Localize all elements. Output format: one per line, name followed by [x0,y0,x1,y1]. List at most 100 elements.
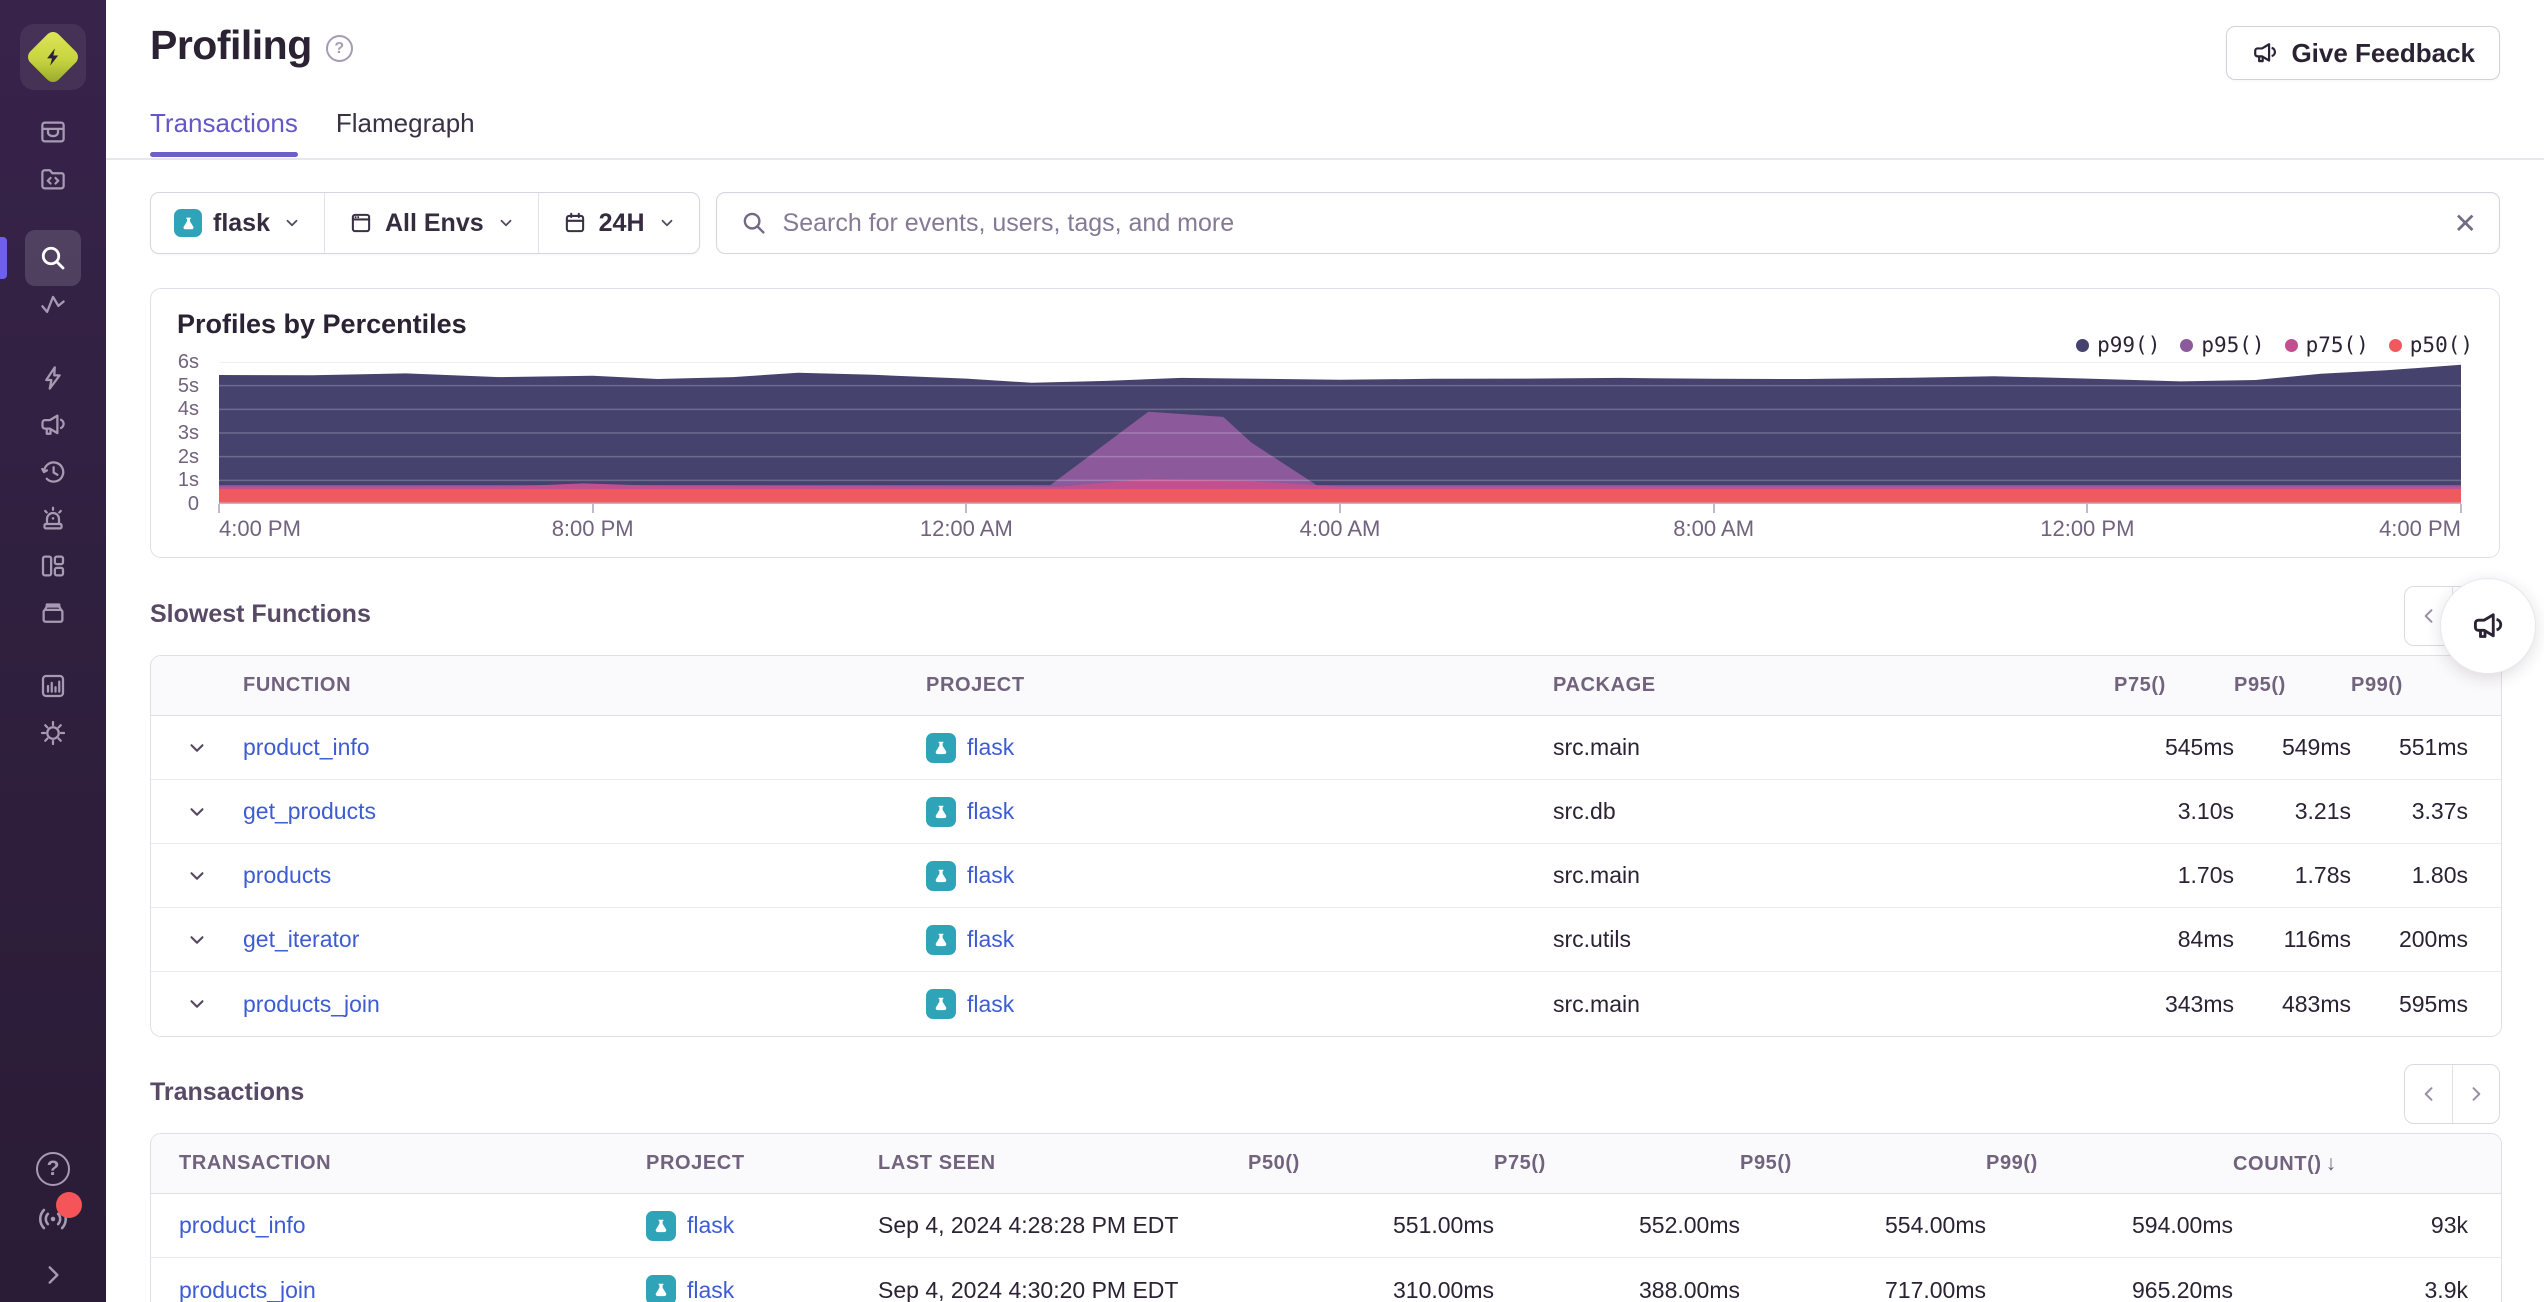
y-axis-labels: 6s 5s 4s 3s 2s 1s 0 [151,351,209,515]
column-header-p50[interactable]: P50() [1248,1134,1494,1194]
sidebar-item-performance[interactable] [25,356,81,400]
expand-row-button[interactable] [151,865,243,887]
sidebar-item-projects[interactable] [25,157,81,201]
code-folder-icon [41,169,65,190]
project-link[interactable]: flask [967,734,1014,761]
table-row: get_iterator flask src.utils 84ms 116ms 200ms [151,908,2501,972]
expand-row-button[interactable] [151,993,243,1015]
legend-label: p50() [2409,333,2473,357]
column-header-p95[interactable]: P95() [1740,1134,1986,1194]
transaction-link[interactable]: products_join [179,1277,316,1302]
sidebar-item-dashboards[interactable] [25,544,81,588]
last-seen-cell: Sep 4, 2024 4:28:28 PM EDT [878,1194,1248,1258]
next-page-button[interactable] [2452,1065,2499,1123]
project-link[interactable]: flask [687,1212,734,1239]
sidebar-item-settings[interactable] [25,711,81,755]
project-link[interactable]: flask [967,798,1014,825]
project-link[interactable]: flask [967,926,1014,953]
p95-cell: 3.21s [2234,780,2351,844]
p99-cell: 594.00ms [1986,1194,2233,1258]
expand-row-button[interactable] [151,929,243,951]
date-range-filter-label: 24H [598,208,645,237]
legend-label: p95() [2201,333,2265,357]
page-help-icon[interactable]: ? [325,35,353,62]
p75-cell: 545ms [2114,716,2234,780]
sidebar-item-issues[interactable] [25,110,81,154]
column-header-transaction[interactable]: TRANSACTION [151,1134,646,1194]
column-header-last-seen[interactable]: LAST SEEN [878,1134,1248,1194]
count-cell: 3.9k [2424,1276,2468,1302]
chart-legend: p99() p95() p75() p50() [2076,333,2473,357]
project-filter-label: flask [213,208,270,237]
legend-item-p50[interactable]: p50() [2388,333,2473,357]
help-icon[interactable]: ? [36,1152,70,1186]
x-axis-tick-label: 12:00 AM [919,516,1013,541]
table-header-row: TRANSACTION PROJECT LAST SEEN P50() P75(… [151,1134,2501,1194]
sidebar-item-alerts[interactable] [25,497,81,541]
column-header-project[interactable]: PROJECT [646,1134,878,1194]
transactions-pagination [2404,1064,2500,1124]
legend-item-p75[interactable]: p75() [2284,333,2369,357]
function-link[interactable]: product_info [243,734,370,760]
gear-icon [40,720,66,746]
sidebar-item-traces[interactable] [25,283,81,327]
column-header-p95: P95() [2234,656,2351,716]
project-link[interactable]: flask [687,1277,734,1302]
feedback-fab-button[interactable] [2440,578,2536,674]
percentiles-chart-plot [219,362,2461,504]
whats-new-button[interactable] [36,1192,82,1236]
sidebar-item-feedback[interactable] [25,403,81,447]
legend-item-p99[interactable]: p99() [2076,333,2160,357]
expand-row-button[interactable] [151,737,243,759]
p75-cell: 552.00ms [1494,1194,1740,1258]
environment-filter-label: All Envs [384,208,484,237]
sentry-org-logo[interactable] [20,24,86,90]
column-header-count[interactable]: COUNT() ↓ [2233,1134,2501,1194]
p99-cell: 965.20ms [2131,1276,2233,1302]
date-range-filter[interactable]: 24H [537,193,699,253]
y-axis-tick-label: 1s [177,469,199,492]
expand-row-button[interactable] [151,801,243,823]
function-link[interactable]: get_products [243,798,376,824]
previous-page-button[interactable] [2405,1065,2452,1123]
function-link[interactable]: get_iterator [243,926,359,952]
tab-flamegraph[interactable]: Flamegraph [336,108,475,155]
sidebar-item-explore[interactable] [0,230,81,286]
sidebar-item-replays[interactable] [25,450,81,494]
chart-title: Profiles by Percentiles [177,309,467,339]
sidebar: ? [0,0,106,1302]
table-header-row: FUNCTION PROJECT PACKAGE P75() P95() P99… [151,656,2501,716]
window-icon [351,213,371,233]
function-link[interactable]: products [243,862,331,888]
function-link[interactable]: products_join [243,991,380,1017]
x-axis-tick [2460,504,2462,513]
sidebar-collapse-button[interactable] [40,1262,66,1288]
project-filter[interactable]: flask [151,193,324,253]
column-header-p75[interactable]: P75() [1494,1134,1740,1194]
percentiles-chart[interactable] [219,362,2461,504]
p95-cell: 554.00ms [1740,1194,1986,1258]
sidebar-item-releases[interactable] [25,591,81,635]
column-header-p99[interactable]: P99() [1986,1134,2233,1194]
search-clear-button[interactable]: ✕ [2454,207,2477,240]
legend-item-p95[interactable]: p95() [2180,333,2265,357]
project-link[interactable]: flask [967,862,1014,889]
tab-transactions[interactable]: Transactions [150,108,298,157]
project-link[interactable]: flask [967,991,1014,1018]
flask-icon [935,997,947,1011]
x-axis-tick [1339,504,1341,513]
sidebar-item-stats[interactable] [25,664,81,708]
p99-cell: 3.37s [2351,780,2501,844]
active-tab-underline [150,152,298,157]
give-feedback-button[interactable]: Give Feedback [2226,26,2500,80]
search-bar: ✕ [715,192,2500,254]
environment-filter[interactable]: All Envs [323,193,538,253]
x-axis-tick-label: 4:00 AM [1299,516,1381,541]
transaction-link[interactable]: product_info [179,1212,306,1238]
y-axis-tick-label: 6s [177,351,199,373]
package-cell: src.db [1553,780,2114,844]
x-axis-tick [218,504,220,513]
search-input[interactable] [782,208,2499,238]
p75-cell: 388.00ms [1638,1276,1740,1302]
legend-dot [2180,338,2194,352]
